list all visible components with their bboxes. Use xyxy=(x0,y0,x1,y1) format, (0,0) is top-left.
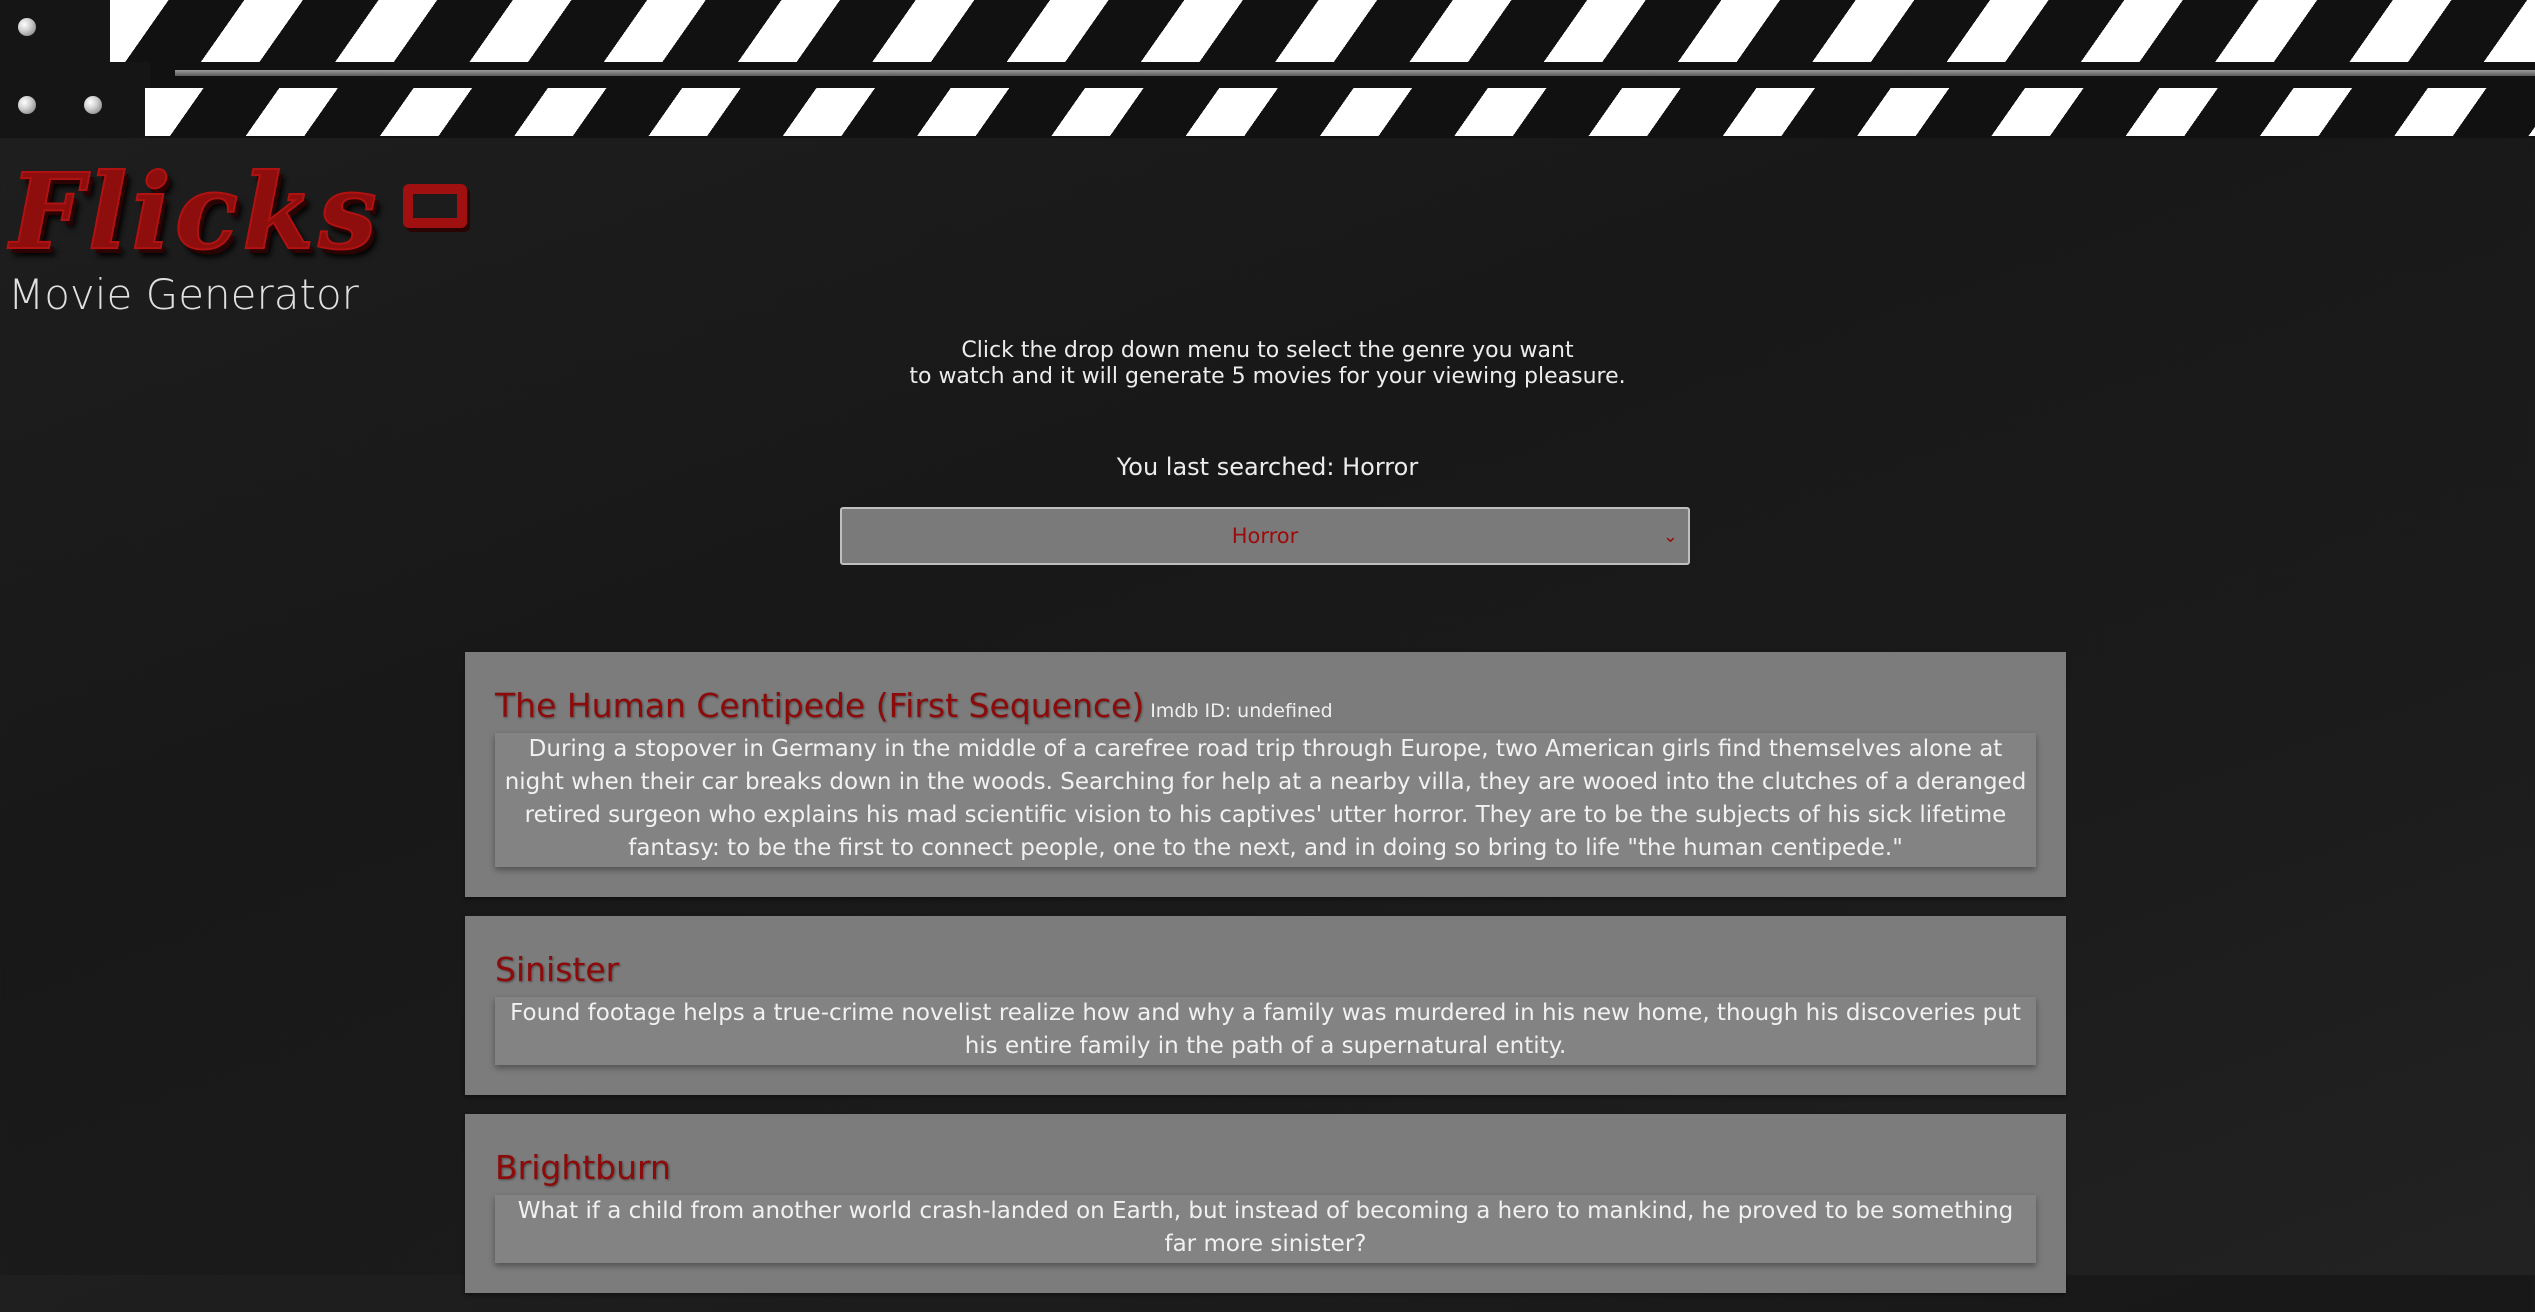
instructions-line-1: Click the drop down menu to select the g… xyxy=(961,338,1574,363)
movie-title: Brightburn xyxy=(495,1148,671,1187)
bolt-icon xyxy=(18,18,36,36)
movie-card: Brightburn What if a child from another … xyxy=(465,1114,2066,1293)
genre-select-value: Horror xyxy=(1231,524,1299,548)
movie-description: What if a child from another world crash… xyxy=(495,1195,2036,1263)
movie-card: Sinister Found footage helps a true-crim… xyxy=(465,916,2066,1095)
movie-header: The Human Centipede (First Sequence) Imd… xyxy=(495,686,2036,725)
bolt-icon xyxy=(18,96,36,114)
instructions: Click the drop down menu to select the g… xyxy=(0,338,2535,390)
clapper-hinge-bar xyxy=(175,70,2535,76)
movie-header: Brightburn xyxy=(495,1148,2036,1187)
movie-header: Sinister xyxy=(495,950,2036,989)
clapper-stick-top xyxy=(110,0,2535,62)
last-searched-text: You last searched: Horror xyxy=(1116,453,1419,481)
instructions-line-2: to watch and it will generate 5 movies f… xyxy=(909,364,1626,389)
logo: Flicks xyxy=(9,150,467,273)
movie-title: Sinister xyxy=(495,950,620,989)
ticket-icon xyxy=(402,184,467,228)
movie-description: Found footage helps a true-crime novelis… xyxy=(495,997,2036,1065)
brand: Flicks Movie Generator xyxy=(8,150,467,319)
movie-description: During a stopover in Germany in the midd… xyxy=(495,733,2036,867)
movie-list: The Human Centipede (First Sequence) Imd… xyxy=(465,652,2066,1312)
genre-select[interactable]: Horror ⌄ xyxy=(840,507,1690,565)
page-subtitle: Movie Generator xyxy=(8,270,359,319)
clapper-stick-bottom xyxy=(145,88,2535,136)
logo-text: Flicks xyxy=(9,150,381,273)
imdb-id: Imdb ID: undefined xyxy=(1150,700,1333,722)
clapperboard-banner xyxy=(0,0,2535,138)
movie-title: The Human Centipede (First Sequence) xyxy=(495,686,1145,725)
bolt-icon xyxy=(84,96,102,114)
chevron-down-icon: ⌄ xyxy=(1662,526,1678,547)
movie-card: The Human Centipede (First Sequence) Imd… xyxy=(465,652,2066,897)
